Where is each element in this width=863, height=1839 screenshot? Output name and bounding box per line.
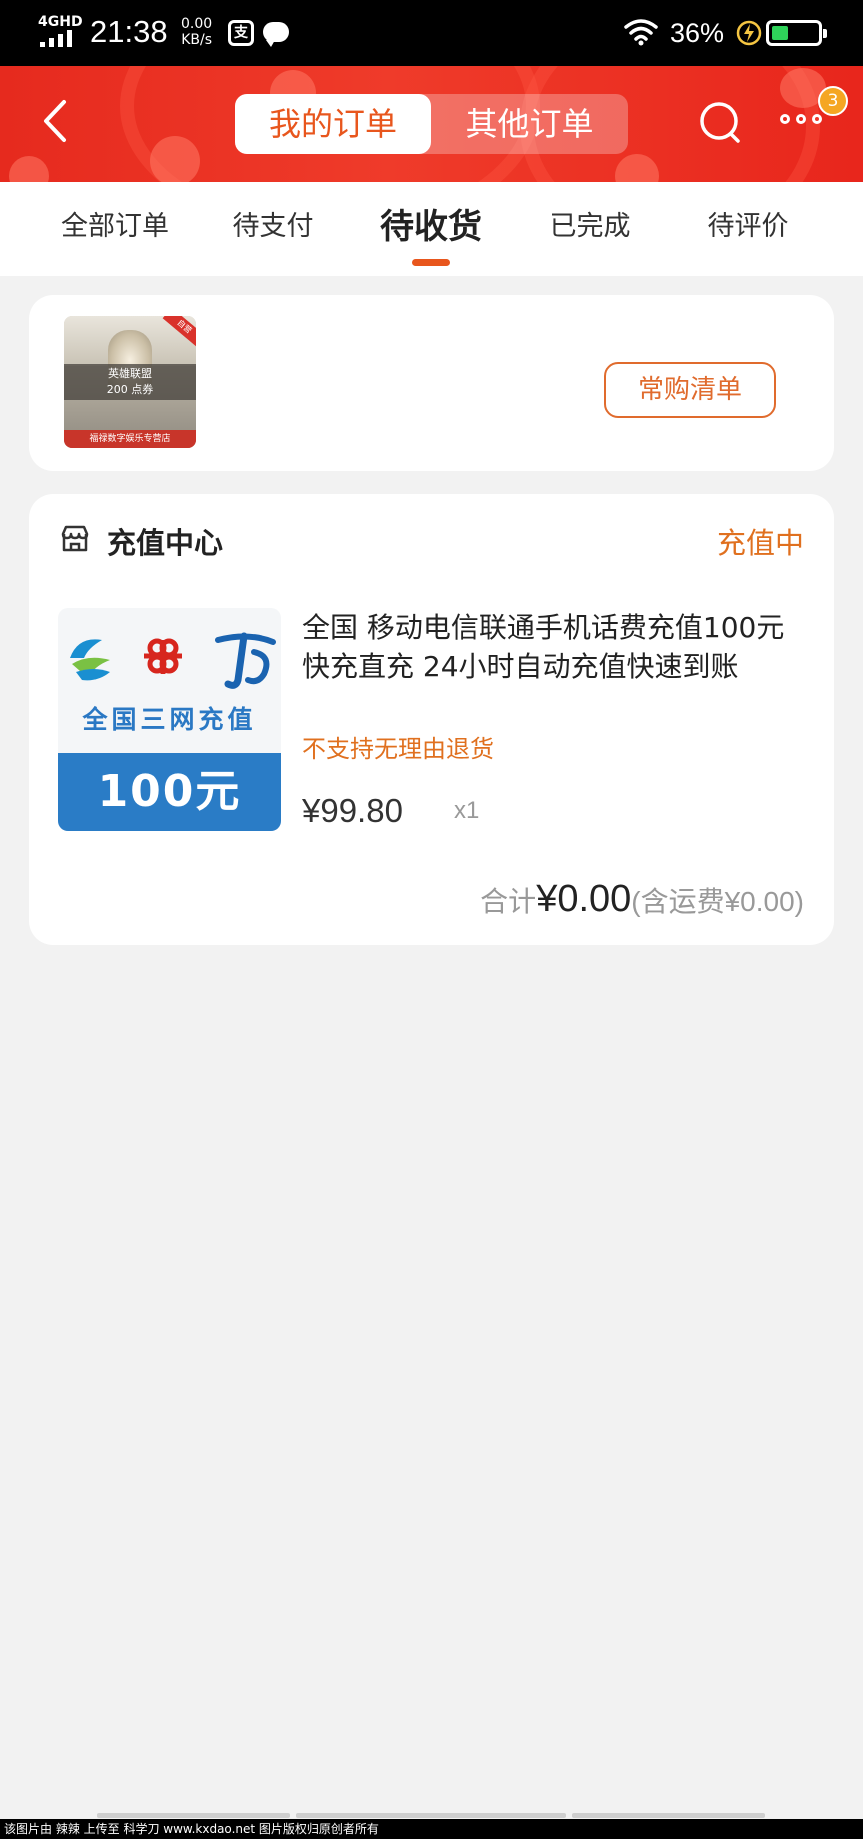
alipay-icon: 支 <box>228 20 254 46</box>
product-image[interactable]: 全国三网充值 100元 <box>58 608 281 831</box>
product-image-caption: 全国三网充值 <box>82 705 257 734</box>
tab-my-orders[interactable]: 我的订单 <box>235 94 431 154</box>
wifi-icon <box>624 19 658 46</box>
return-policy-note: 不支持无理由退货 <box>302 735 494 763</box>
clock: 21:38 <box>90 14 168 49</box>
active-tab-indicator <box>412 259 450 266</box>
signal-icon <box>40 30 72 47</box>
china-telecom-logo <box>215 632 276 689</box>
frequent-product-thumbnail[interactable]: 英雄联盟 200 点券 自营 福禄数字娱乐专营店 <box>64 316 196 448</box>
shop-icon <box>61 525 89 552</box>
china-unicom-logo <box>144 638 182 674</box>
shop-name[interactable]: 充值中心 <box>107 520 223 562</box>
frequent-purchase-card: 英雄联盟 200 点券 自营 福禄数字娱乐专营店 常购清单 <box>29 295 834 471</box>
back-button[interactable] <box>36 96 76 146</box>
header-bar: 我的订单 其他订单 3 <box>0 66 863 182</box>
product-title[interactable]: 全国 移动电信联通手机话费充值100元 快充直充 24小时自动充值快速到账 <box>302 608 802 686</box>
network-speed: 0.00 KB/s <box>181 16 212 48</box>
speed-unit: KB/s <box>181 32 212 48</box>
home-indicator <box>296 1813 566 1818</box>
tab-pending-payment[interactable]: 待支付 <box>233 204 314 243</box>
product-image-amount: 100元 <box>58 753 281 831</box>
battery-percent: 36% <box>670 18 725 48</box>
tab-completed[interactable]: 已完成 <box>550 204 631 243</box>
battery-icon <box>766 20 827 46</box>
tab-all-orders[interactable]: 全部订单 <box>61 204 169 243</box>
coin-decoration <box>9 156 49 182</box>
chat-icon <box>263 22 289 47</box>
coin-decoration <box>150 136 200 182</box>
order-status: 充值中 <box>716 526 804 560</box>
china-mobile-logo <box>70 639 110 681</box>
total-amount: ¥0.00 <box>536 878 632 920</box>
order-status-tabs: 全部订单 待支付 待收货 已完成 待评价 <box>0 182 863 276</box>
tab-pending-review[interactable]: 待评价 <box>708 204 789 243</box>
order-type-switcher: 我的订单 其他订单 <box>235 94 628 154</box>
frequent-list-button[interactable]: 常购清单 <box>604 362 776 418</box>
tab-other-orders[interactable]: 其他订单 <box>431 94 628 154</box>
thumb-label: 英雄联盟 200 点券 <box>64 364 196 400</box>
total-label: 合计 <box>480 886 537 917</box>
shipping-fee: (含运费¥0.00) <box>631 886 804 917</box>
order-card: 充值中心 充值中 全国三网充值 100元 全国 移动电信联通手机话费充值100元… <box>29 494 834 945</box>
charging-icon <box>736 20 762 46</box>
product-price: ¥99.80 <box>302 792 403 829</box>
network-type: 4GHD <box>38 14 83 30</box>
home-indicator <box>97 1813 290 1818</box>
thumb-store-name: 福禄数字娱乐专营店 <box>64 430 196 448</box>
order-total: 合计¥0.00(含运费¥0.00) <box>480 878 804 921</box>
status-bar: 4GHD 21:38 0.00 KB/s 支 36% <box>0 0 863 66</box>
battery-fill <box>772 26 788 40</box>
search-icon[interactable] <box>698 100 744 146</box>
product-quantity: x1 <box>454 797 480 824</box>
home-indicator <box>572 1813 765 1818</box>
carrier-logos <box>70 632 276 689</box>
chevron-left-icon <box>44 100 66 142</box>
notification-badge: 3 <box>818 86 848 116</box>
tab-pending-receipt[interactable]: 待收货 <box>380 199 482 248</box>
speed-value: 0.00 <box>181 16 213 32</box>
more-icon <box>780 114 830 124</box>
watermark: 该图片由 辣辣 上传至 科学刀 www.kxdao.net 图片版权归原创者所有 <box>0 1819 863 1839</box>
